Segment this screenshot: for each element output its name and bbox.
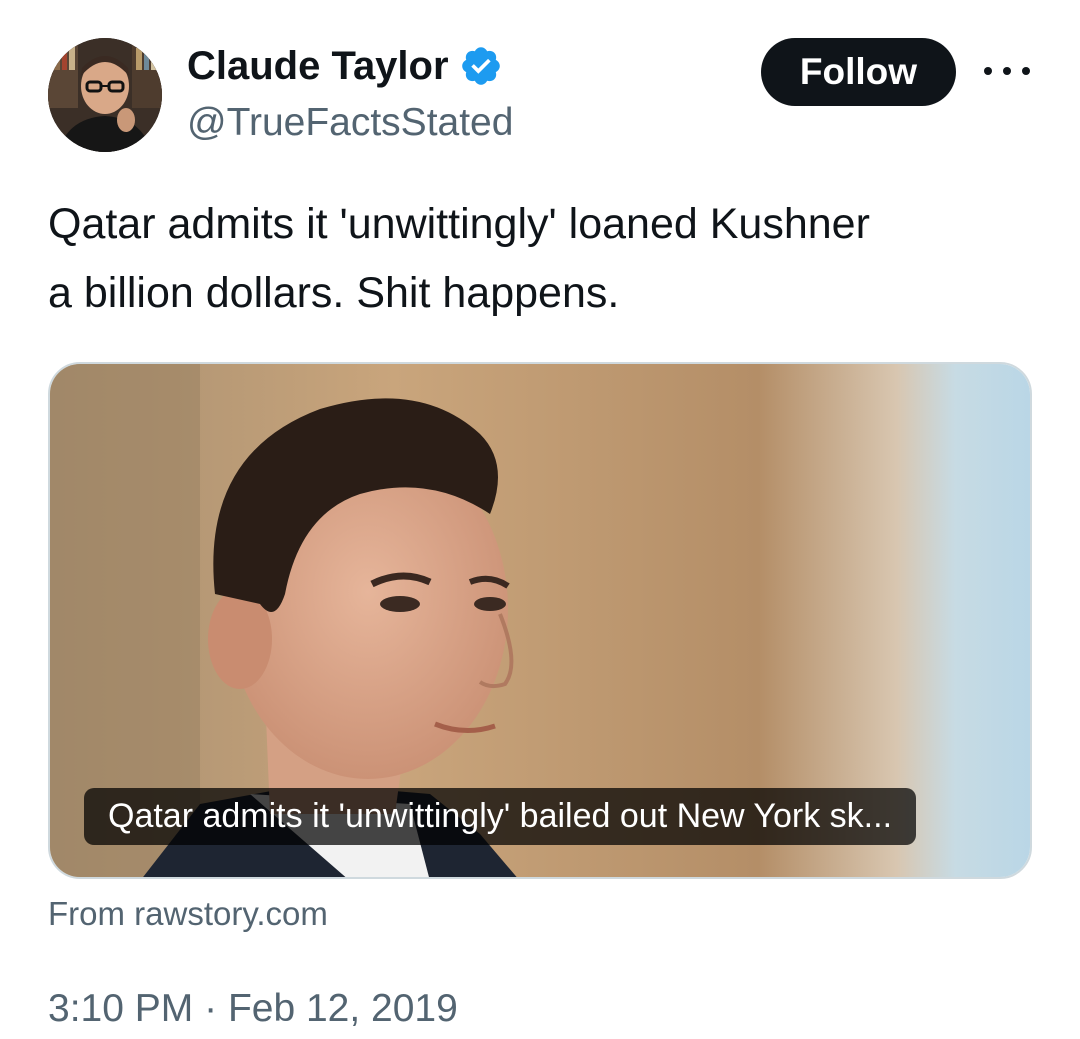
- tweet-date: Feb 12, 2019: [227, 987, 458, 1030]
- more-dot: [984, 67, 992, 75]
- tweet-text-line: Qatar admits it 'unwittingly' loaned Kus…: [48, 200, 870, 248]
- tweet-text-line: a billion dollars. Shit happens.: [48, 269, 620, 317]
- verified-badge-icon: [459, 44, 503, 88]
- link-source[interactable]: From rawstory.com: [48, 893, 328, 935]
- tweet-text: Qatar admits it 'unwittingly' loaned Kus…: [48, 190, 1038, 328]
- more-dot: [1022, 67, 1030, 75]
- author-display-name[interactable]: Claude Taylor: [187, 42, 503, 90]
- avatar[interactable]: [48, 38, 162, 152]
- link-card[interactable]: Qatar admits it 'unwittingly' bailed out…: [48, 362, 1032, 879]
- tweet-timestamp[interactable]: 3:10 PM · Feb 12, 2019: [48, 985, 458, 1033]
- timestamp-separator: ·: [204, 987, 218, 1030]
- more-dot: [1003, 67, 1011, 75]
- display-name-text: Claude Taylor: [187, 44, 449, 88]
- author-handle[interactable]: @TrueFactsStated: [187, 100, 513, 146]
- link-card-caption: Qatar admits it 'unwittingly' bailed out…: [84, 788, 917, 845]
- more-horizontal-icon[interactable]: [984, 56, 1030, 86]
- avatar-photo: [48, 38, 162, 152]
- follow-button[interactable]: Follow: [761, 38, 956, 106]
- tweet-time: 3:10 PM: [48, 987, 194, 1030]
